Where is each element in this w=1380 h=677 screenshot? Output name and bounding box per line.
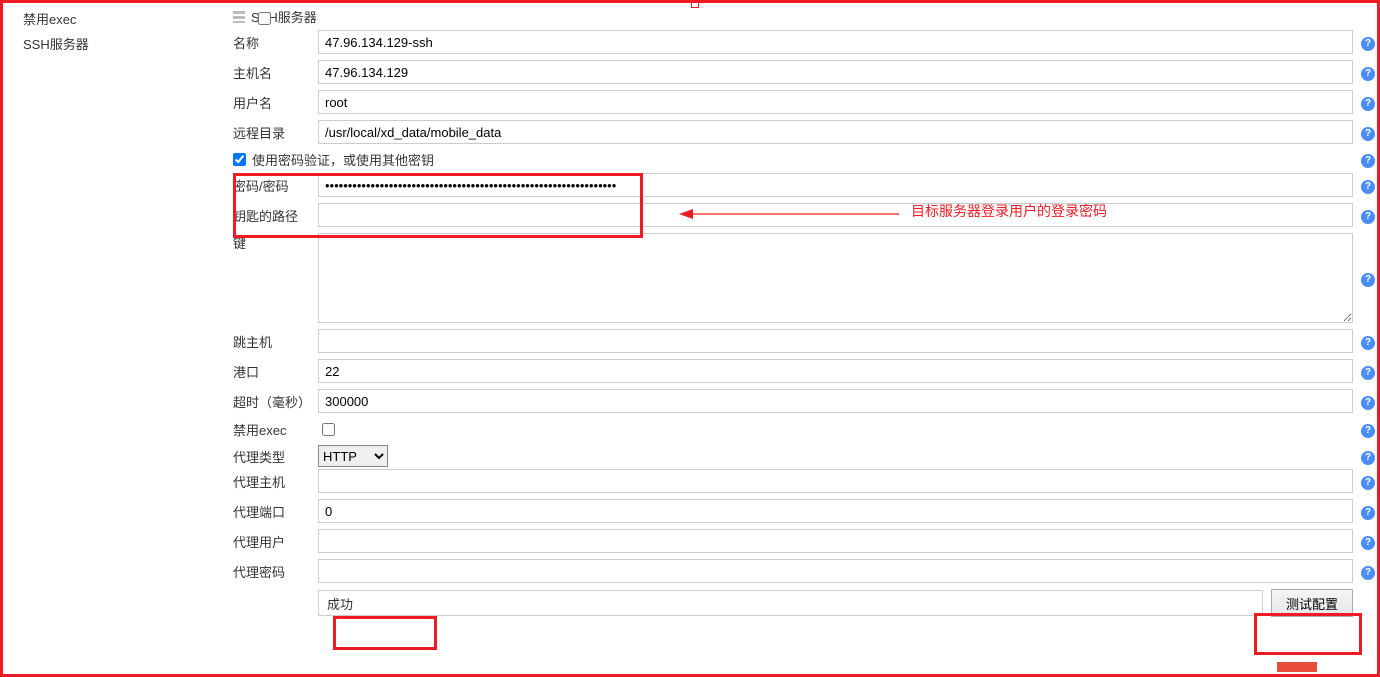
label-jump-host: 跳主机 — [233, 332, 318, 351]
help-icon[interactable]: ? — [1361, 336, 1375, 350]
label-timeout: 超时（毫秒） — [233, 392, 318, 411]
status-text: 成功 — [327, 594, 353, 613]
help-icon[interactable]: ? — [1361, 476, 1375, 490]
label-disable-exec2: 禁用exec — [233, 420, 318, 439]
proxy-type-select[interactable]: HTTP — [318, 445, 388, 467]
label-use-password: 使用密码验证，或使用其他密钥 — [252, 150, 434, 169]
label-proxy-port: 代理端口 — [233, 502, 318, 521]
label-proxy-host: 代理主机 — [233, 472, 318, 491]
sidebar-ssh-servers: SSH服务器 — [23, 34, 123, 53]
label-key-path: 钥匙的路径 — [233, 206, 318, 225]
label-username: 用户名 — [233, 93, 318, 112]
hostname-input[interactable] — [318, 60, 1353, 84]
label-password: 密码/密码 — [233, 176, 318, 195]
label-hostname: 主机名 — [233, 63, 318, 82]
status-box: 成功 — [318, 590, 1263, 616]
section-header: SSH服务器 — [233, 7, 1377, 26]
help-icon[interactable]: ? — [1361, 180, 1375, 194]
key-path-input[interactable] — [318, 203, 1353, 227]
label-key: 键 — [233, 233, 318, 252]
help-icon[interactable]: ? — [1361, 424, 1375, 438]
config-frame: 禁用exec SSH服务器 SSH服务器 名称 ? 主机名 ? 用户名 ? 远程… — [0, 0, 1380, 677]
help-icon[interactable]: ? — [1361, 506, 1375, 520]
port-input[interactable] — [318, 359, 1353, 383]
help-icon[interactable]: ? — [1361, 210, 1375, 224]
test-config-button[interactable]: 测试配置 — [1271, 589, 1353, 617]
help-icon[interactable]: ? — [1361, 154, 1375, 168]
help-icon[interactable]: ? — [1361, 536, 1375, 550]
bottom-red-strip — [1277, 662, 1317, 672]
top-marker — [691, 0, 699, 8]
proxy-password-input[interactable] — [318, 559, 1353, 583]
label-proxy-type: 代理类型 — [233, 447, 318, 466]
jump-host-input[interactable] — [318, 329, 1353, 353]
label-port: 港口 — [233, 362, 318, 381]
disable-exec-checkbox-top[interactable] — [258, 12, 271, 25]
help-icon[interactable]: ? — [1361, 67, 1375, 81]
help-icon[interactable]: ? — [1361, 127, 1375, 141]
sidebar-disable-exec: 禁用exec — [23, 9, 123, 28]
help-icon[interactable]: ? — [1361, 396, 1375, 410]
highlight-test-button — [1254, 613, 1362, 655]
disable-exec-checkbox[interactable] — [322, 423, 335, 436]
password-input[interactable] — [318, 173, 1353, 197]
drag-handle-icon — [233, 11, 245, 23]
timeout-input[interactable] — [318, 389, 1353, 413]
highlight-status — [333, 616, 437, 650]
form-area: SSH服务器 名称 ? 主机名 ? 用户名 ? 远程目录 ? 使用密码验证，或使… — [233, 3, 1377, 617]
help-icon[interactable]: ? — [1361, 566, 1375, 580]
remote-dir-input[interactable] — [318, 120, 1353, 144]
username-input[interactable] — [318, 90, 1353, 114]
label-proxy-user: 代理用户 — [233, 532, 318, 551]
proxy-port-input[interactable] — [318, 499, 1353, 523]
help-icon[interactable]: ? — [1361, 451, 1375, 465]
proxy-host-input[interactable] — [318, 469, 1353, 493]
left-labels: 禁用exec SSH服务器 — [23, 9, 123, 59]
label-name: 名称 — [233, 33, 318, 52]
label-proxy-password: 代理密码 — [233, 562, 318, 581]
label-remote-dir: 远程目录 — [233, 123, 318, 142]
key-textarea[interactable] — [318, 233, 1353, 323]
proxy-user-input[interactable] — [318, 529, 1353, 553]
help-icon[interactable]: ? — [1361, 97, 1375, 111]
help-icon[interactable]: ? — [1361, 366, 1375, 380]
help-icon[interactable]: ? — [1361, 37, 1375, 51]
help-icon[interactable]: ? — [1361, 273, 1375, 287]
use-password-checkbox[interactable] — [233, 153, 246, 166]
name-input[interactable] — [318, 30, 1353, 54]
